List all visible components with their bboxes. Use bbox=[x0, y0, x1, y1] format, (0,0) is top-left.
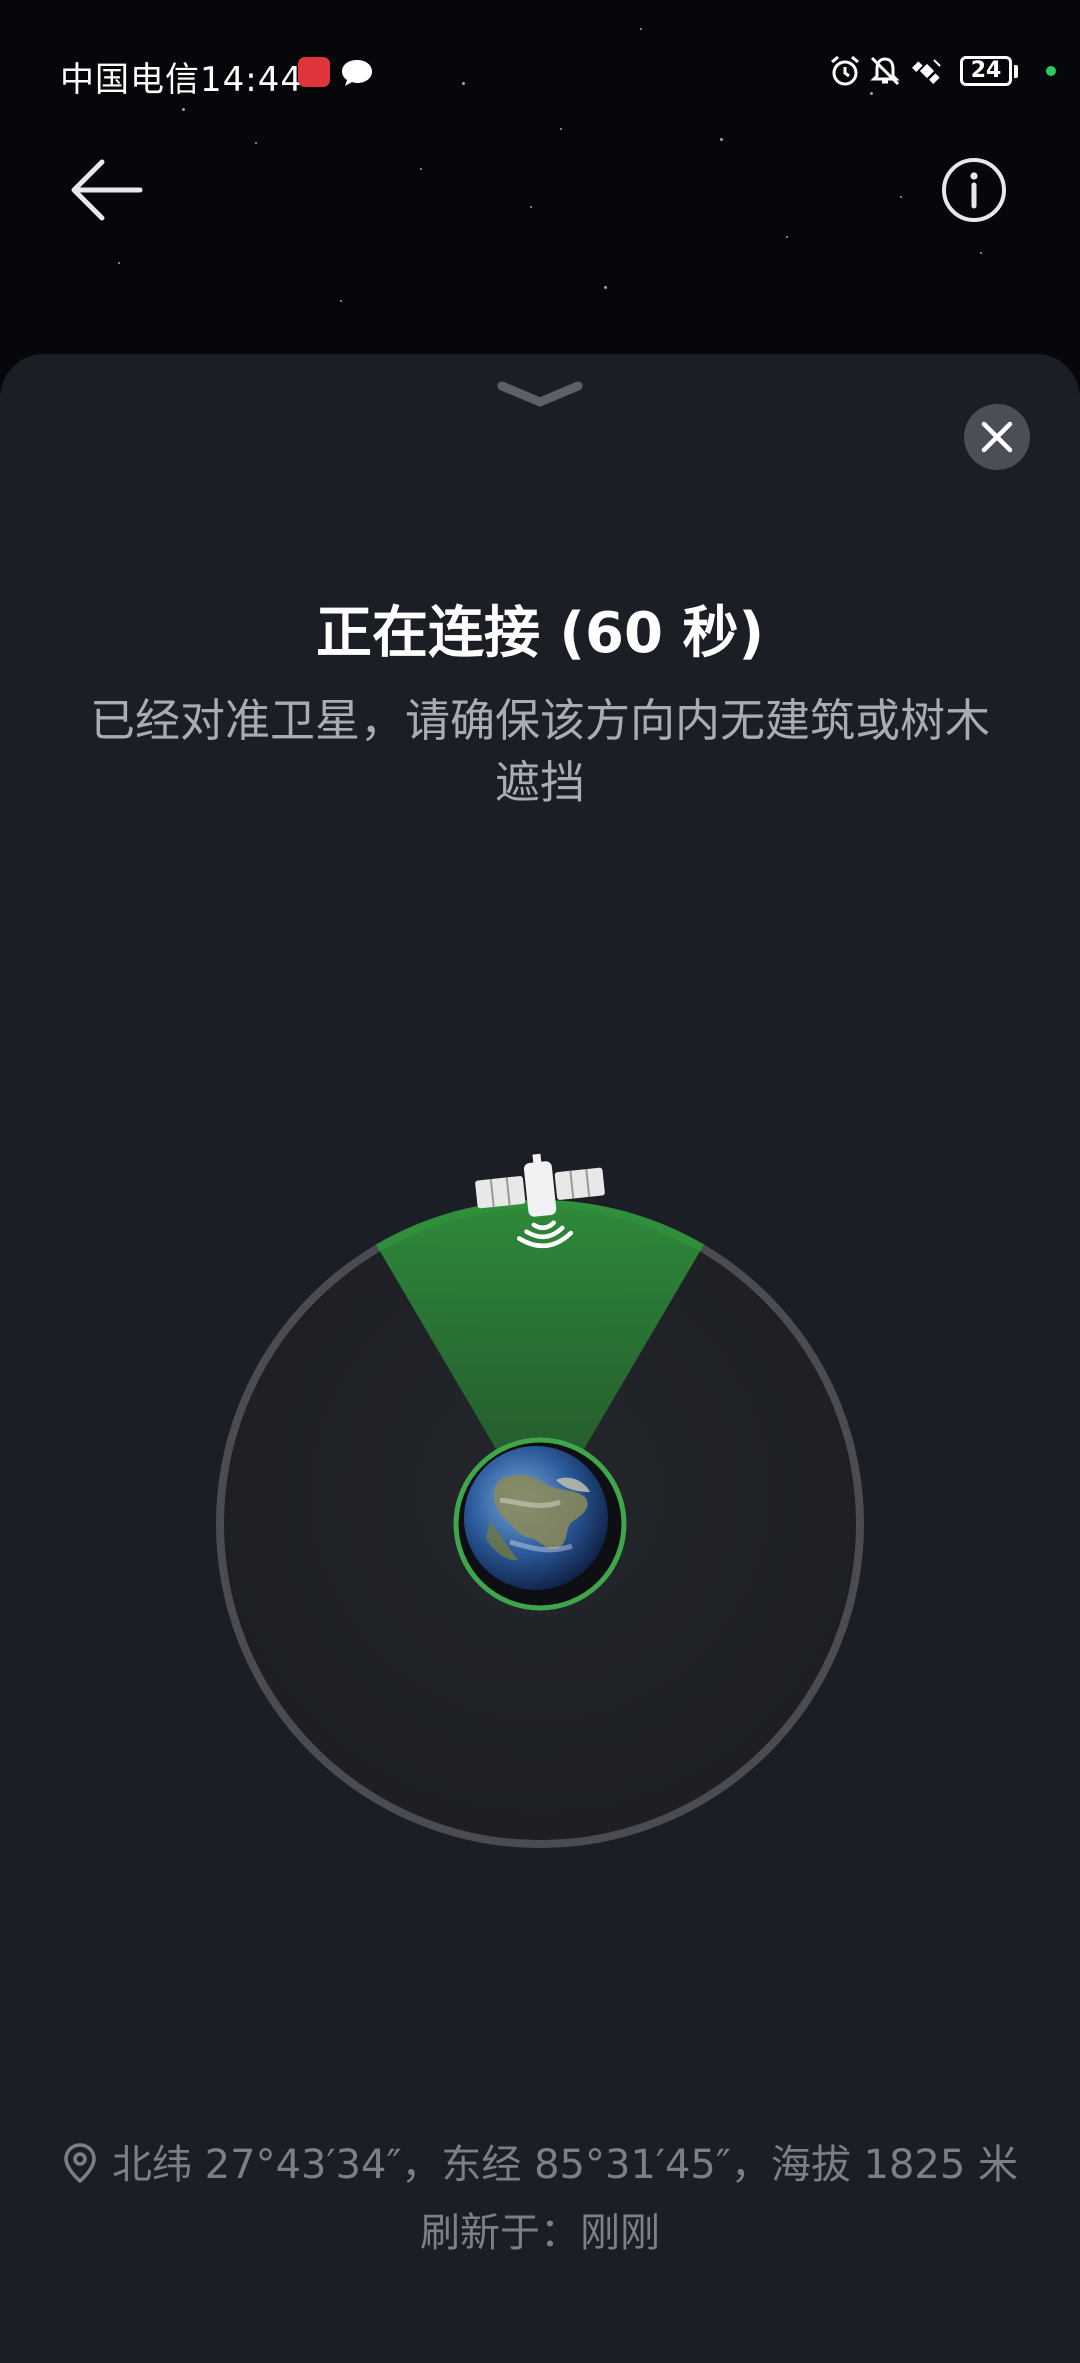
arrow-left-icon bbox=[71, 159, 143, 221]
mute-bell-icon bbox=[870, 56, 900, 86]
earth-icon bbox=[464, 1446, 608, 1590]
chevron-down-icon[interactable] bbox=[496, 380, 584, 410]
location-refresh-time: 刷新于：刚刚 bbox=[420, 2210, 660, 2256]
connection-instructions: 已经对准卫星，请确保该方向内无建筑或树木遮挡 bbox=[89, 694, 990, 809]
back-button[interactable] bbox=[70, 156, 146, 224]
battery-tip bbox=[1014, 65, 1018, 78]
location-info: 北纬 27°43′34″，东经 85°31′45″，海拔 1825 米 bbox=[0, 2132, 1080, 2190]
satellite-radar bbox=[216, 1153, 864, 1848]
connection-title: 正在连接 (60 秒) bbox=[315, 601, 765, 666]
alarm-icon bbox=[831, 55, 859, 86]
notification-app-icon bbox=[298, 57, 330, 87]
close-button[interactable] bbox=[964, 404, 1030, 470]
carrier-name: 中国电信 bbox=[60, 60, 200, 100]
battery-indicator: 24 bbox=[960, 56, 1012, 86]
satellite-status-icon bbox=[912, 59, 941, 84]
info-icon bbox=[942, 158, 1006, 222]
status-bar: 中国电信14:44 24 bbox=[0, 0, 1080, 140]
location-pin-icon bbox=[64, 2143, 96, 2184]
battery-level: 24 bbox=[970, 58, 1002, 83]
status-carrier-time: 中国电信14:44 bbox=[60, 52, 303, 101]
chat-bubble-icon bbox=[342, 60, 372, 86]
privacy-indicator-dot bbox=[1046, 66, 1056, 76]
location-coordinates: 北纬 27°43′34″，东经 85°31′45″，海拔 1825 米 bbox=[111, 2142, 1019, 2188]
satellite-connect-screen: 中国电信14:44 24 正在连接 (60 秒) 已经对准卫星，请确保该方向内无… bbox=[0, 0, 1080, 2363]
close-icon bbox=[981, 421, 1013, 453]
info-button[interactable] bbox=[940, 156, 1008, 224]
status-time: 14:44 bbox=[200, 60, 303, 100]
